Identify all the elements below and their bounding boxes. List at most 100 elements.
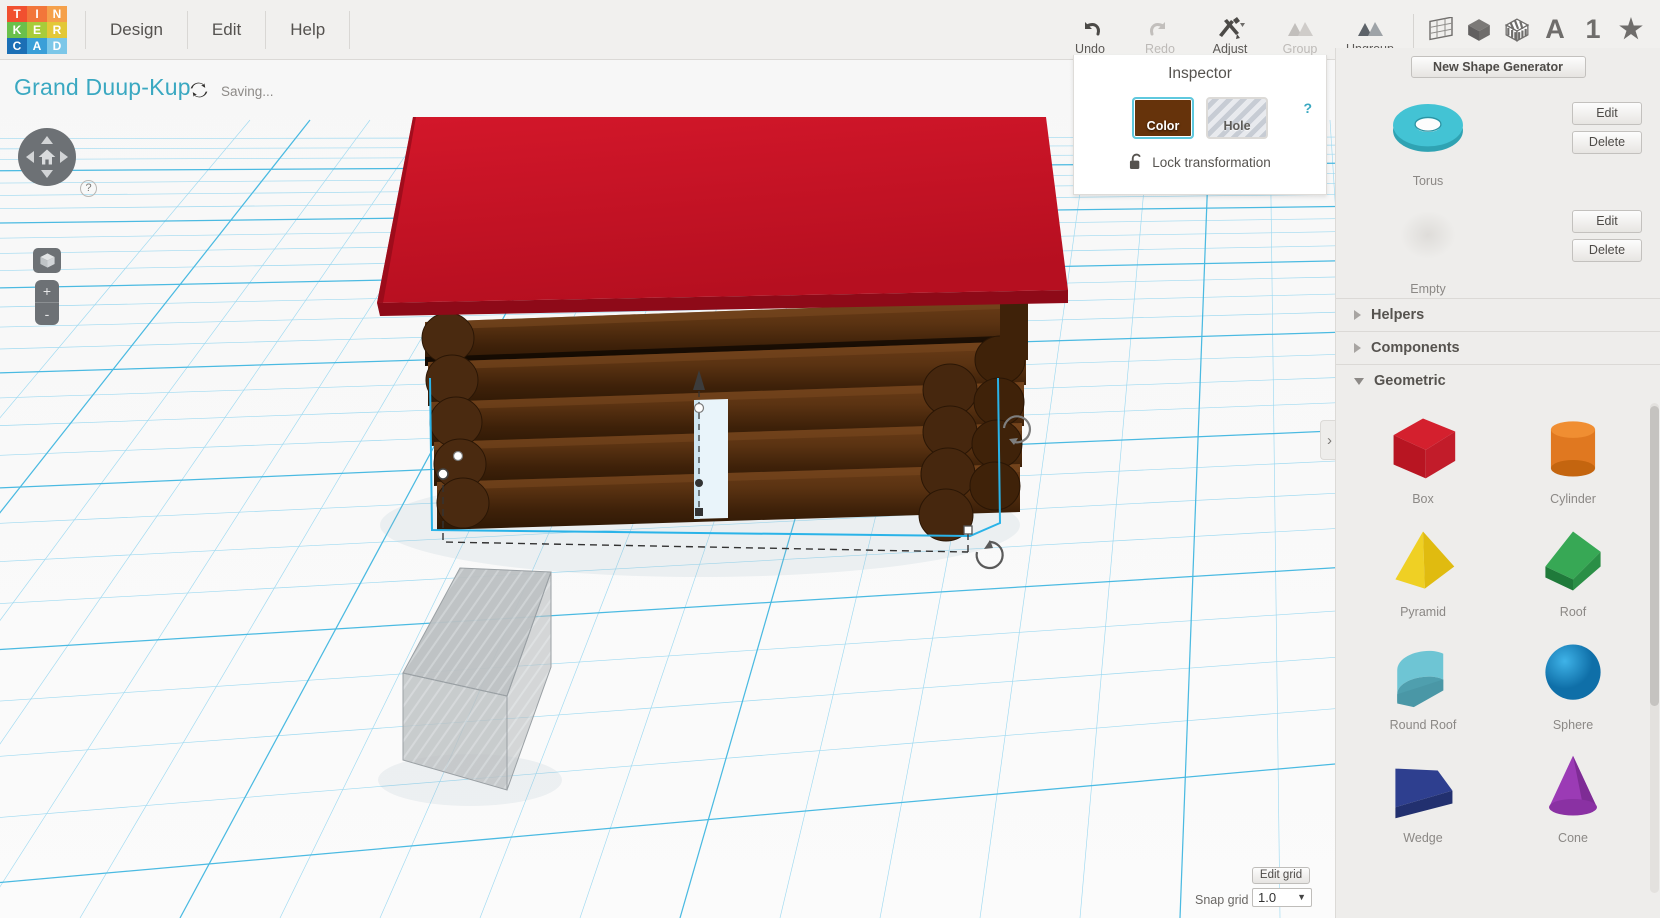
toolbar-divider [1413, 13, 1414, 48]
logo-tile-t: T [7, 5, 27, 22]
redo-arrow-icon [1150, 21, 1165, 35]
home-view-icon[interactable] [37, 147, 57, 167]
undo-button[interactable]: Undo [1055, 0, 1125, 60]
generator-buttons-torus: Edit Delete [1572, 88, 1642, 154]
section-geometric[interactable]: Geometric [1336, 364, 1660, 397]
snap-grid-label: Snap grid [1195, 893, 1249, 907]
fit-view-cube-icon[interactable] [33, 248, 61, 273]
section-components[interactable]: Components [1336, 331, 1660, 364]
star-favorite-icon[interactable]: ★ [1612, 8, 1650, 52]
redo-button[interactable]: Redo [1125, 0, 1195, 60]
group-mountains-icon [1288, 21, 1313, 36]
text-a-icon[interactable]: A [1536, 8, 1574, 52]
adjust-button[interactable]: Adjust [1195, 0, 1265, 60]
lock-transformation-row[interactable]: Lock transformation [1074, 153, 1326, 171]
new-shape-generator-button[interactable]: New Shape Generator [1410, 56, 1586, 78]
shape-cylinder[interactable]: Cylinder [1498, 401, 1648, 514]
main-menu: Design Edit Help [85, 0, 351, 60]
roof-icon [1545, 531, 1601, 591]
shape-cone-label: Cone [1558, 831, 1588, 845]
chevron-down-icon: ▼ [1297, 892, 1306, 902]
scale-handle-right [963, 525, 973, 535]
save-status: Saving... [221, 84, 274, 99]
empty-delete-button[interactable]: Delete [1572, 239, 1642, 262]
roof-slab [377, 117, 1068, 316]
logo-tile-c: C [7, 37, 27, 54]
logo-tile-e: E [27, 21, 47, 38]
pyramid-icon [1395, 531, 1455, 589]
tinkercad-logo[interactable]: T I N K E R C A D [3, 0, 71, 60]
section-helpers-label: Helpers [1371, 307, 1425, 323]
shape-roof[interactable]: Roof [1498, 514, 1648, 627]
nav-left-arrow-icon[interactable] [26, 151, 34, 163]
section-geometric-label: Geometric [1374, 373, 1446, 389]
lock-transformation-label: Lock transformation [1152, 154, 1271, 170]
undo-label: Undo [1075, 41, 1105, 56]
log-cabin-model[interactable] [377, 117, 1068, 542]
ungroup-mountains-icon [1358, 21, 1383, 36]
snap-grid-select[interactable]: 1.0 ▼ [1252, 888, 1312, 907]
top-handle [693, 402, 705, 414]
nav-down-arrow-icon[interactable] [41, 170, 53, 178]
sync-refresh-icon[interactable] [189, 80, 209, 100]
zoom-controls[interactable]: + - [35, 280, 59, 325]
box-icon [1393, 418, 1456, 479]
shape-roof-label: Roof [1559, 605, 1587, 619]
zoom-out-button[interactable]: - [35, 303, 59, 325]
nav-right-arrow-icon[interactable] [60, 151, 68, 163]
nav-up-arrow-icon[interactable] [41, 136, 53, 144]
cone-icon [1549, 755, 1597, 816]
section-helpers[interactable]: Helpers [1336, 298, 1660, 331]
hole-swatch-button[interactable]: Hole [1206, 97, 1268, 139]
text-a-glyph: A [1545, 14, 1565, 44]
sphere-icon [1545, 644, 1601, 700]
logo-tile-n: N [47, 5, 67, 22]
undo-arrow-icon [1085, 21, 1100, 35]
panel-scrollbar-thumb[interactable] [1650, 406, 1659, 706]
empty-shape-icon [1400, 211, 1456, 259]
chevron-right-icon [1354, 343, 1361, 353]
torus-delete-button[interactable]: Delete [1572, 131, 1642, 154]
color-swatch-label: Color [1146, 119, 1180, 133]
inspector-swatches: Color Hole [1074, 97, 1326, 139]
logo-tile-a: A [27, 37, 47, 54]
workplane-grid-icon[interactable] [1422, 8, 1460, 52]
menu-help[interactable]: Help [266, 10, 351, 49]
edit-grid-button[interactable]: Edit grid [1252, 867, 1310, 884]
shape-sphere-label: Sphere [1552, 718, 1594, 732]
torus-edit-button[interactable]: Edit [1572, 102, 1642, 125]
snap-grid-value: 1.0 [1258, 890, 1277, 905]
empty-edit-button[interactable]: Edit [1572, 210, 1642, 233]
group-button[interactable]: Group [1265, 0, 1335, 60]
menu-design[interactable]: Design [85, 10, 188, 49]
shape-wedge[interactable]: Wedge [1348, 740, 1498, 853]
canvas-help-button[interactable]: ? [80, 180, 97, 197]
number-one-icon[interactable]: 1 [1574, 8, 1612, 52]
color-swatch-button[interactable]: Color [1132, 97, 1194, 139]
unlocked-padlock-icon [1130, 153, 1141, 170]
inspector-help-button[interactable]: ? [1303, 100, 1312, 116]
project-title[interactable]: Grand Duup-Kup [14, 74, 191, 101]
adjust-label: Adjust [1212, 41, 1248, 56]
shape-pyramid-label: Pyramid [1400, 605, 1446, 619]
zoom-in-button[interactable]: + [35, 280, 59, 302]
shape-round-roof[interactable]: Round Roof [1348, 627, 1498, 740]
corner-handle-left [452, 450, 464, 462]
menu-edit[interactable]: Edit [188, 10, 267, 49]
mid-handle [695, 479, 703, 487]
generator-thumb-empty[interactable]: Empty [1358, 196, 1498, 296]
striped-cube-icon[interactable] [1498, 8, 1536, 52]
base-handle [695, 508, 703, 516]
generator-name-torus: Torus [1412, 174, 1444, 188]
view-navigation-widget[interactable] [18, 128, 76, 186]
shape-sphere[interactable]: Sphere [1498, 627, 1648, 740]
solid-cube-icon[interactable] [1460, 8, 1498, 52]
shape-round-roof-label: Round Roof [1389, 718, 1457, 732]
group-label: Group [1282, 41, 1318, 56]
generator-thumb-torus[interactable]: Torus [1358, 88, 1498, 188]
shape-box[interactable]: Box [1348, 401, 1498, 514]
shape-cone[interactable]: Cone [1498, 740, 1648, 853]
chevron-right-icon [1354, 310, 1361, 320]
shape-cylinder-label: Cylinder [1550, 492, 1596, 506]
shape-pyramid[interactable]: Pyramid [1348, 514, 1498, 627]
